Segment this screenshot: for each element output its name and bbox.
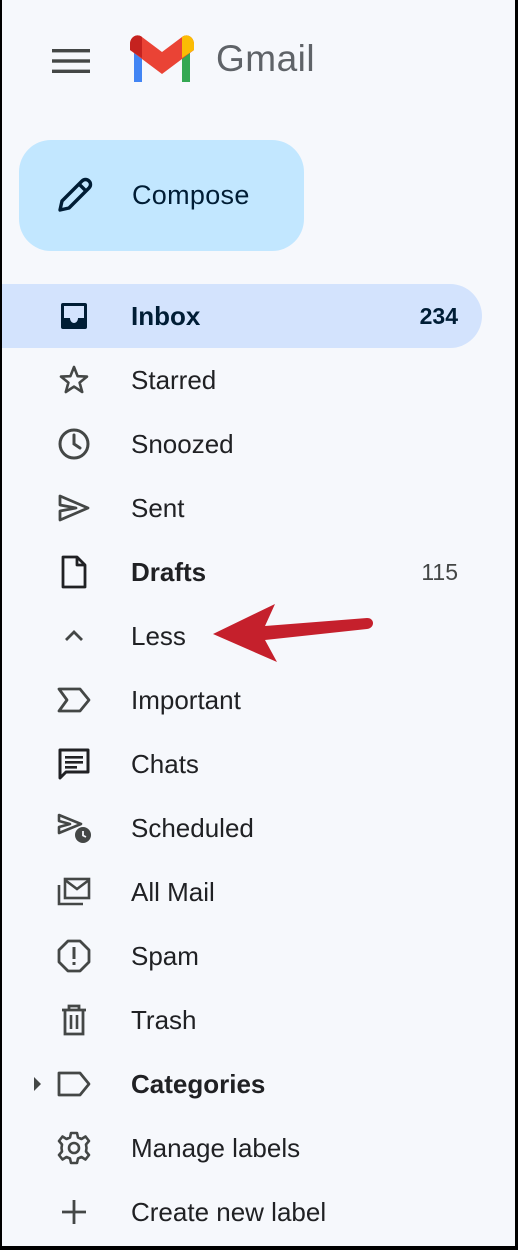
star-icon — [54, 360, 94, 400]
nav-item-create-label[interactable]: Create new label — [2, 1180, 482, 1244]
nav-label: Less — [131, 620, 186, 651]
expand-caret-icon[interactable] — [34, 1077, 41, 1091]
nav-label: All Mail — [131, 876, 215, 907]
nav-label: Scheduled — [131, 812, 254, 843]
nav-item-sent[interactable]: Sent — [2, 476, 482, 540]
app-name: Gmail — [216, 38, 316, 79]
nav-label: Drafts — [131, 556, 207, 587]
nav-label: Snoozed — [131, 428, 234, 459]
nav-label: Trash — [131, 1004, 197, 1035]
label-icon — [54, 1064, 94, 1104]
nav-item-starred[interactable]: Starred — [2, 348, 482, 412]
nav-item-inbox[interactable]: Inbox 234 — [2, 284, 482, 348]
nav-item-drafts[interactable]: Drafts 115 — [2, 540, 482, 604]
scheduled-send-icon — [54, 808, 94, 848]
all-mail-icon — [54, 872, 94, 912]
trash-icon — [54, 1000, 94, 1040]
header: Gmail — [2, 0, 515, 124]
pencil-icon — [58, 177, 93, 212]
nav-item-spam[interactable]: Spam — [2, 924, 482, 988]
nav-item-important[interactable]: Important — [2, 668, 482, 732]
compose-button[interactable]: Compose — [19, 140, 304, 251]
chevron-up-icon — [54, 616, 94, 656]
nav-item-categories[interactable]: Categories — [2, 1052, 482, 1116]
compose-label: Compose — [132, 180, 250, 210]
nav-item-all-mail[interactable]: All Mail — [2, 860, 482, 924]
unread-count: 234 — [419, 302, 458, 329]
nav-item-trash[interactable]: Trash — [2, 988, 482, 1052]
main-menu-button[interactable] — [48, 38, 94, 84]
spam-icon — [54, 936, 94, 976]
nav-label: Sent — [131, 492, 185, 523]
gmail-sidebar: Gmail Compose Inbox 234 Starred Snoozed … — [2, 0, 515, 1246]
nav-label: Inbox — [131, 300, 201, 331]
plus-icon — [54, 1192, 94, 1232]
inbox-icon — [54, 296, 94, 336]
nav-item-scheduled[interactable]: Scheduled — [2, 796, 482, 860]
gear-icon — [54, 1128, 94, 1168]
draft-icon — [54, 552, 94, 592]
nav-label: Starred — [131, 364, 217, 395]
nav-label: Create new label — [131, 1196, 327, 1227]
nav-item-chats[interactable]: Chats — [2, 732, 482, 796]
important-icon — [54, 680, 94, 720]
nav-label: Categories — [131, 1068, 266, 1099]
nav-item-snoozed[interactable]: Snoozed — [2, 412, 482, 476]
nav-item-manage-labels[interactable]: Manage labels — [2, 1116, 482, 1180]
gmail-logo[interactable]: Gmail — [130, 34, 315, 84]
gmail-m-logo-icon — [130, 35, 194, 82]
nav-label: Important — [131, 684, 241, 715]
nav-item-less[interactable]: Less — [2, 604, 482, 668]
clock-icon — [54, 424, 94, 464]
chat-icon — [54, 744, 94, 784]
hamburger-menu-icon — [52, 49, 90, 73]
nav-label: Spam — [131, 940, 199, 971]
nav-label: Chats — [131, 748, 199, 779]
send-icon — [54, 488, 94, 528]
nav-label: Manage labels — [131, 1132, 301, 1163]
draft-count: 115 — [421, 558, 458, 585]
